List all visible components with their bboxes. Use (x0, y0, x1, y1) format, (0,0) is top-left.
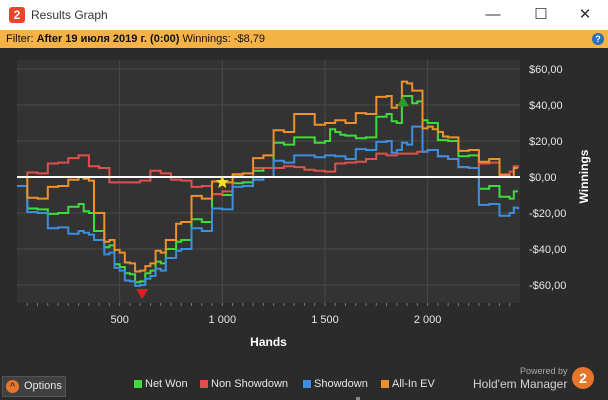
x-tick-label: 2 000 (414, 314, 442, 326)
window-title: Results Graph (31, 8, 108, 22)
minimize-button[interactable]: — (478, 4, 508, 26)
legend-label: All-In EV (392, 378, 435, 390)
filter-value: After 19 июля 2019 г. (0:00) (36, 33, 180, 45)
filter-summary: Filter: After 19 июля 2019 г. (0:00) Win… (6, 30, 265, 48)
y-tick-label: $20,00 (529, 136, 563, 148)
close-button[interactable]: ✕ (570, 4, 600, 26)
legend-label: Non Showdown (211, 378, 289, 390)
app-logo-icon: 2 (9, 7, 25, 23)
filter-bar: Filter: After 19 июля 2019 г. (0:00) Win… (0, 30, 608, 48)
filter-prefix: Filter: (6, 33, 37, 45)
maximize-button[interactable]: ☐ (526, 4, 556, 26)
y-tick-label: -$20,00 (529, 208, 566, 220)
results-graph: $60,00 $40,00 $20,00 $0,00 -$20,00 -$40,00 -$6… (17, 60, 591, 349)
legend-swatch (200, 380, 208, 388)
window-titlebar: 2 Results Graph — ☐ ✕ (0, 0, 608, 30)
hm2-logo-icon: 2 (572, 367, 594, 389)
legend-label: Showdown (314, 378, 368, 390)
y-axis-label: Winnings (577, 149, 591, 203)
y-tick-label: $60,00 (529, 64, 563, 76)
options-label: Options (24, 380, 62, 392)
winnings-label: Winnings: (179, 33, 234, 45)
options-button[interactable]: ^ Options (2, 376, 66, 397)
options-icon: ^ (6, 380, 19, 393)
powered-by-text: Powered by (520, 366, 568, 376)
help-icon[interactable]: ? (592, 33, 604, 45)
x-tick-label: 1 000 (209, 314, 237, 326)
legend-swatch (303, 380, 311, 388)
x-axis-label: Hands (250, 335, 287, 349)
x-tick-label: 1 500 (311, 314, 339, 326)
y-tick-label: -$40,00 (529, 244, 566, 256)
y-tick-label: $40,00 (529, 100, 563, 112)
legend-swatch (134, 380, 142, 388)
y-tick-label: $0,00 (529, 172, 557, 184)
winnings-value: -$8,79 (233, 33, 266, 45)
legend-label: Net Won (145, 378, 188, 390)
x-tick-label: 500 (110, 314, 128, 326)
legend-swatch (381, 380, 389, 388)
y-tick-label: -$60,00 (529, 280, 566, 292)
product-name: Hold'em Manager (473, 377, 568, 391)
